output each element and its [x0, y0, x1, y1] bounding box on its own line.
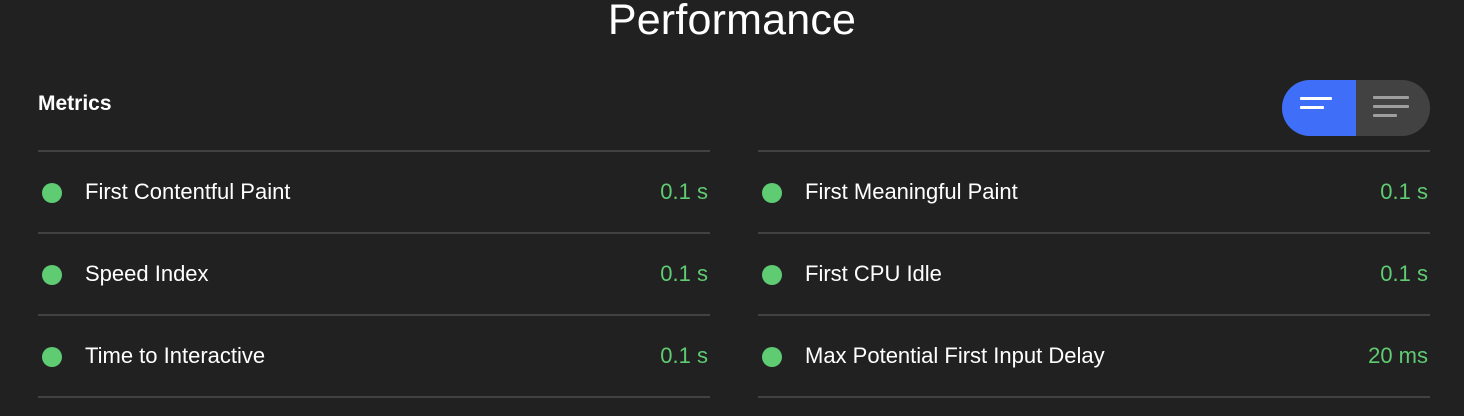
metric-row: Time to Interactive 0.1 s: [38, 314, 710, 398]
metric-label: First Meaningful Paint: [805, 179, 1018, 204]
metrics-column-right: First Meaningful Paint 0.1 s First CPU I…: [758, 150, 1430, 398]
metric-row: First CPU Idle 0.1 s: [758, 232, 1430, 314]
metric-value: 0.1 s: [660, 261, 708, 286]
metrics-heading: Metrics: [38, 92, 112, 115]
metric-row: First Contentful Paint 0.1 s: [38, 150, 710, 232]
metric-value: 0.1 s: [1380, 179, 1428, 204]
page-title: Performance: [607, 0, 857, 44]
metric-row: Max Potential First Input Delay 20 ms: [758, 314, 1430, 398]
metric-label: First Contentful Paint: [85, 179, 291, 204]
metrics-column-left: First Contentful Paint 0.1 s Speed Index…: [38, 150, 710, 398]
metric-row: Speed Index 0.1 s: [38, 232, 710, 314]
metric-value: 0.1 s: [1380, 261, 1428, 286]
pass-status-icon: [762, 347, 782, 367]
metric-label: Time to Interactive: [85, 343, 266, 368]
expanded-view-icon: [1373, 96, 1409, 123]
pass-status-icon: [762, 183, 782, 203]
compact-view-icon: [1300, 97, 1332, 115]
metric-value: 20 ms: [1368, 343, 1428, 368]
metrics-view-toggle[interactable]: [1282, 80, 1430, 136]
pass-status-icon: [762, 265, 782, 285]
metric-label: Max Potential First Input Delay: [805, 343, 1105, 368]
metric-label: Speed Index: [85, 261, 209, 286]
metric-row: First Meaningful Paint 0.1 s: [758, 150, 1430, 232]
metric-value: 0.1 s: [660, 179, 708, 204]
compact-view-button[interactable]: [1282, 80, 1356, 136]
lighthouse-performance-panel: Performance Metrics First Contentful Pai…: [0, 0, 1464, 416]
pass-status-icon: [42, 347, 62, 367]
metric-value: 0.1 s: [660, 343, 708, 368]
pass-status-icon: [42, 183, 62, 203]
pass-status-icon: [42, 265, 62, 285]
metric-label: First CPU Idle: [805, 261, 942, 286]
expanded-view-button[interactable]: [1356, 80, 1430, 136]
